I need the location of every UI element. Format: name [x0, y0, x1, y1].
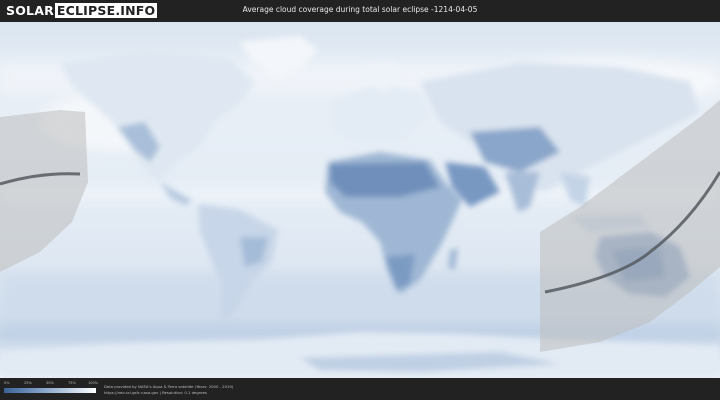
legend-label-50: 50%: [46, 381, 54, 385]
footer-bar: 0% 25% 50% 75% 100% Data provided by NAS…: [0, 378, 720, 400]
legend-label-100: 100%: [88, 381, 99, 385]
map-title: Average cloud coverage during total sola…: [242, 5, 478, 14]
legend-label-75: 75%: [68, 381, 76, 385]
header-bar: SOLAR ECLIPSE.INFO Average cloud coverag…: [0, 0, 720, 22]
world-map-svg: [0, 22, 720, 378]
cloud-coverage-legend-bar: [4, 388, 96, 393]
legend-label-0: 0%: [4, 381, 10, 385]
cloud-coverage-map: [0, 22, 720, 378]
credit-line-2: https://neo.sci.gsfc.nasa.gov | Resoluti…: [104, 389, 207, 395]
legend-labels: 0% 25% 50% 75% 100%: [4, 381, 99, 387]
credit-line-1: Data provided by NASA's Aqua & Terra sat…: [104, 384, 234, 389]
legend-label-25: 25%: [24, 381, 32, 385]
data-credit: Data provided by NASA's Aqua & Terra sat…: [104, 384, 233, 395]
